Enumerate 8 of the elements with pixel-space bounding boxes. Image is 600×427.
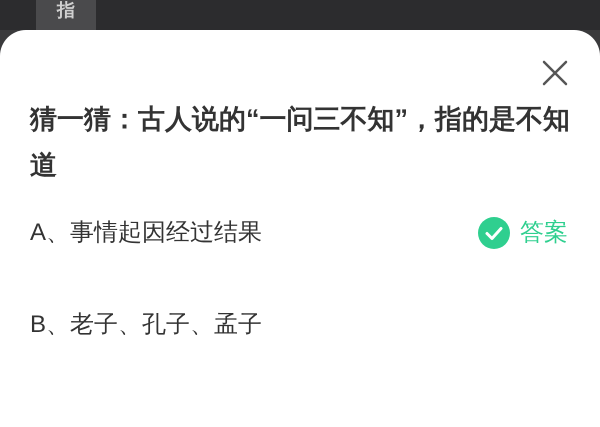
close-button[interactable] (540, 58, 570, 88)
background-text: 指 (57, 0, 75, 20)
option-text[interactable]: B、老子、孔子、孟子 (30, 307, 262, 343)
check-icon (478, 217, 510, 249)
answer-label: 答案 (520, 218, 568, 248)
close-icon (542, 60, 568, 86)
question-text: 猜一猜：古人说的“一问三不知”，指的是不知道 (30, 103, 570, 182)
option-text[interactable]: A、事情起因经过结果 (30, 215, 262, 251)
